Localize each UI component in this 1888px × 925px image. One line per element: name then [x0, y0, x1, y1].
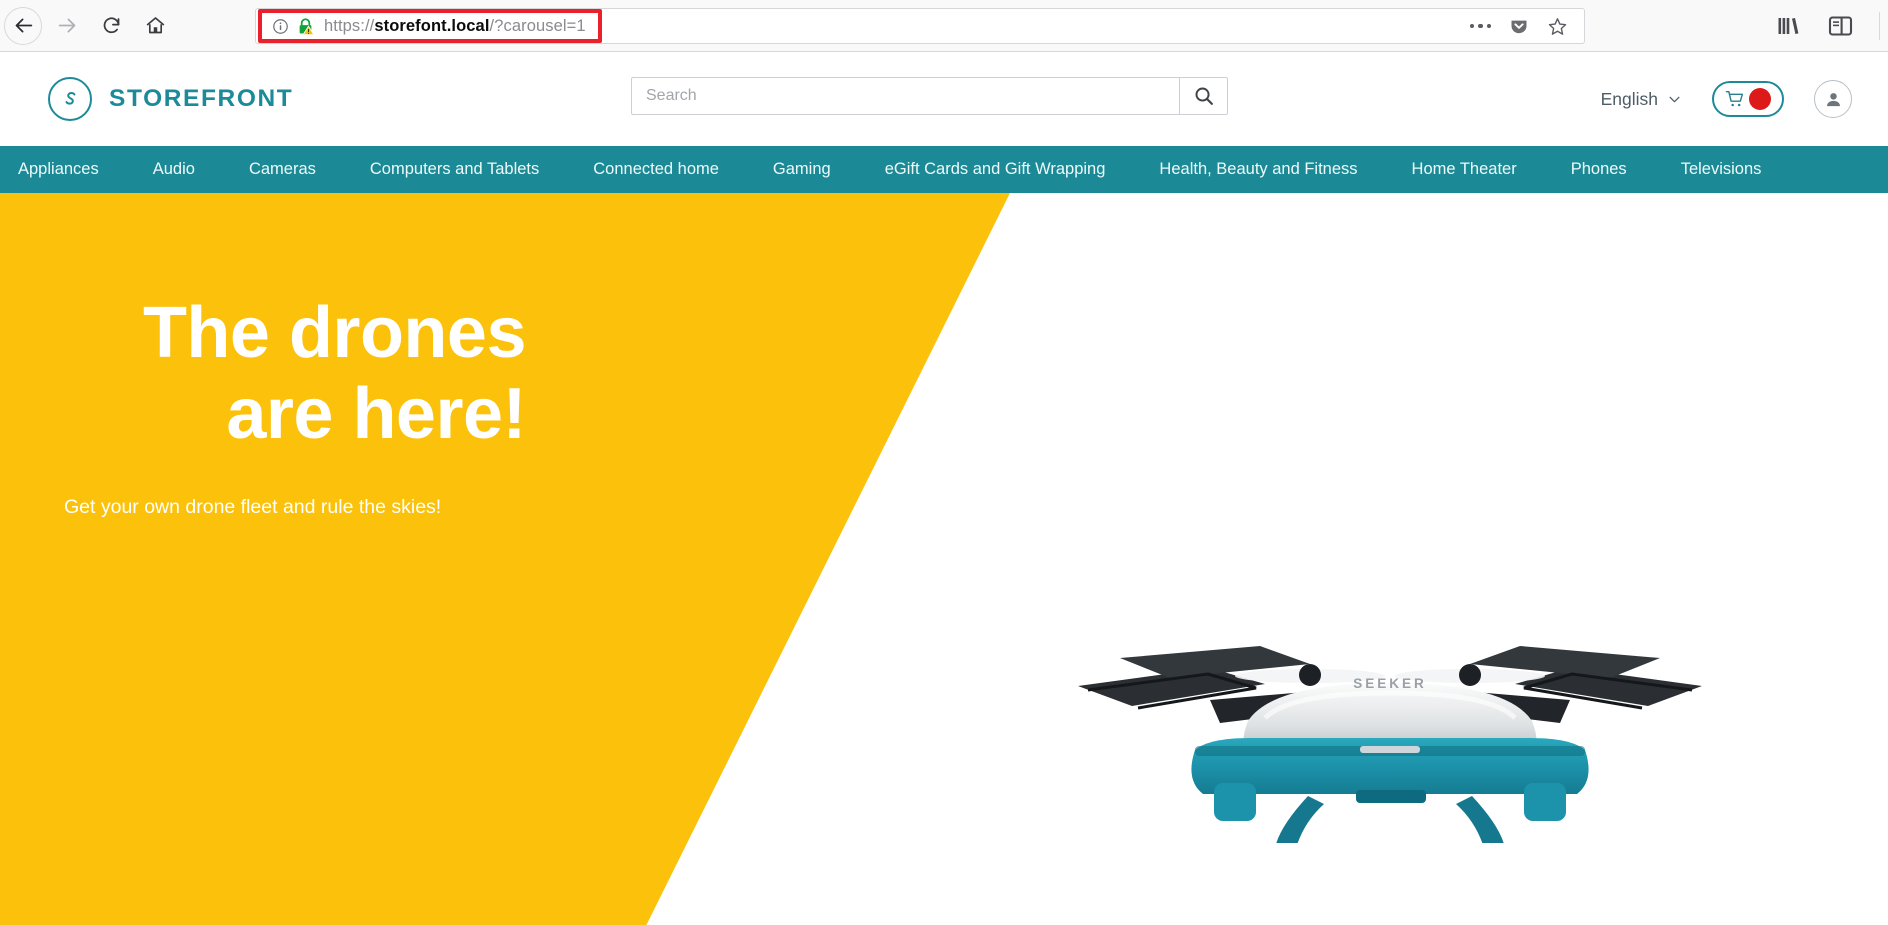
page-actions-ellipsis-icon[interactable] — [1469, 23, 1491, 29]
hero-title-line-1: The drones — [142, 293, 527, 373]
nav-item-egift-cards-and-gift-wrapping[interactable]: eGift Cards and Gift Wrapping — [858, 146, 1133, 193]
search-button[interactable] — [1179, 77, 1228, 115]
cart-button[interactable] — [1712, 81, 1784, 117]
site-logo-text: STOREFRONT — [109, 85, 294, 112]
nav-item-appliances[interactable]: Appliances — [0, 146, 126, 193]
forward-button[interactable] — [48, 7, 86, 45]
back-arrow-icon — [15, 18, 32, 33]
nav-item-home-theater[interactable]: Home Theater — [1385, 146, 1544, 193]
url-scheme: https:// — [324, 16, 375, 35]
library-icon[interactable] — [1776, 14, 1802, 38]
nav-item-connected-home[interactable]: Connected home — [566, 146, 746, 193]
url-bar-actions — [1469, 16, 1585, 37]
toolbar-divider — [1879, 12, 1880, 40]
header-right: English — [1601, 53, 1852, 145]
browser-toolbar: https://storefont.local/?carousel=1 — [0, 0, 1888, 52]
home-icon — [146, 17, 164, 34]
search-input[interactable] — [631, 77, 1179, 115]
url-host: storefont.local — [374, 16, 490, 35]
url-bar-container: https://storefont.local/?carousel=1 — [255, 8, 1585, 44]
language-selector[interactable]: English — [1601, 89, 1682, 110]
storefront-s-logo-icon — [48, 77, 92, 121]
site-logo[interactable]: STOREFRONT — [48, 77, 293, 121]
account-button[interactable] — [1814, 80, 1852, 118]
url-bar[interactable]: https://storefont.local/?carousel=1 — [255, 8, 1585, 44]
nav-item-phones[interactable]: Phones — [1544, 146, 1654, 193]
lock-warning-icon[interactable] — [296, 17, 315, 36]
home-button[interactable] — [136, 7, 174, 45]
nav-item-computers-and-tablets[interactable]: Computers and Tablets — [343, 146, 566, 193]
nav-item-health-beauty-and-fitness[interactable]: Health, Beauty and Fitness — [1132, 146, 1384, 193]
cart-badge — [1749, 88, 1771, 110]
drone-large-image: SEEKER — [1060, 628, 1720, 848]
hero-title: The drones are here! — [0, 293, 620, 454]
url-text[interactable]: https://storefont.local/?carousel=1 — [324, 17, 586, 36]
back-button[interactable] — [4, 6, 42, 45]
search-box — [631, 77, 1228, 115]
category-nav: Appliances Audio Cameras Computers and T… — [0, 146, 1888, 193]
toolbar-right-actions — [1776, 0, 1888, 52]
forward-arrow-icon — [58, 18, 75, 33]
reload-button[interactable] — [92, 7, 130, 45]
hero-subtitle: Get your own drone fleet and rule the sk… — [64, 496, 442, 519]
info-circle-icon[interactable] — [272, 18, 289, 35]
person-icon — [1826, 92, 1840, 106]
drone-large-brand: SEEKER — [1353, 676, 1427, 691]
reload-icon — [103, 17, 119, 34]
chevron-down-icon — [1669, 96, 1680, 102]
language-label: English — [1600, 88, 1658, 109]
search-icon — [1195, 87, 1213, 105]
nav-item-cameras[interactable]: Cameras — [222, 146, 343, 193]
nav-item-televisions[interactable]: Televisions — [1654, 146, 1789, 193]
url-path: /?carousel=1 — [489, 16, 586, 35]
nav-item-audio[interactable]: Audio — [126, 146, 222, 193]
star-icon[interactable] — [1547, 16, 1568, 37]
shopping-cart-icon — [1725, 90, 1744, 107]
hero-title-line-2: are here! — [226, 373, 526, 454]
sidebar-icon[interactable] — [1828, 15, 1853, 37]
navigation-buttons — [0, 6, 174, 45]
url-identity-icons — [256, 17, 315, 36]
hero-copy: The drones are here! Get your own drone … — [0, 193, 620, 519]
browser-window: https://storefont.local/?carousel=1 STOR… — [0, 0, 1888, 925]
nav-item-gaming[interactable]: Gaming — [746, 146, 858, 193]
hero-carousel-slide: The drones are here! Get your own drone … — [0, 193, 1888, 925]
site-header: STOREFRONT English — [0, 53, 1888, 145]
pocket-icon[interactable] — [1509, 16, 1529, 36]
